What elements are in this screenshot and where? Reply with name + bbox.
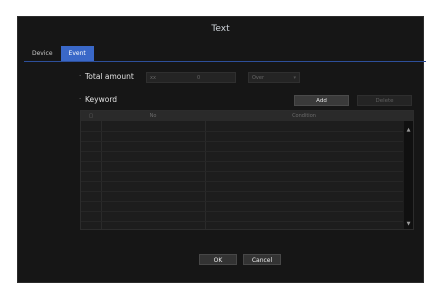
column-divider [101,121,102,229]
delete-keyword-button[interactable]: Delete [357,95,412,106]
table-row [81,211,403,212]
column-header-no: No [149,113,157,119]
table-row [81,201,403,202]
keyword-label: Keyword [85,95,118,104]
ok-button[interactable]: OK [199,254,237,265]
total-amount-value: 0 [197,75,201,81]
total-amount-mode-value: Over [252,75,265,81]
column-header-condition: Condition [292,113,316,119]
total-amount-mode-select[interactable]: Over ▾ [248,72,300,83]
tab-event[interactable]: Event [60,46,94,61]
table-row [81,181,403,182]
table-row [81,151,403,152]
add-keyword-button[interactable]: Add [294,95,349,106]
cancel-button[interactable]: Cancel [243,254,281,265]
tab-bar: Device Event [24,46,94,61]
keyword-table: ▢ No Condition ▲ ▼ [80,110,414,230]
chevron-down-icon: ▾ [293,75,296,81]
table-row [81,161,403,162]
total-amount-input[interactable]: xx 0 [146,72,236,83]
scroll-up-icon[interactable]: ▲ [404,127,413,133]
table-row [81,221,403,222]
total-amount-prefix: xx [150,75,156,81]
column-divider [205,121,206,229]
table-row [81,141,403,142]
tab-device[interactable]: Device [24,46,61,61]
total-amount-bullet: · [79,72,82,80]
tab-underline [24,61,426,62]
keyword-bullet: · [79,95,82,103]
table-row [81,171,403,172]
table-row [81,131,403,132]
select-all-checkbox[interactable]: ▢ [81,111,101,121]
scroll-down-icon[interactable]: ▼ [404,221,413,227]
table-scrollbar[interactable]: ▲ ▼ [404,121,413,229]
total-amount-label: Total amount [85,72,134,81]
table-header: ▢ No Condition [81,111,413,121]
table-row [81,191,403,192]
dialog-title: Text [211,24,230,34]
